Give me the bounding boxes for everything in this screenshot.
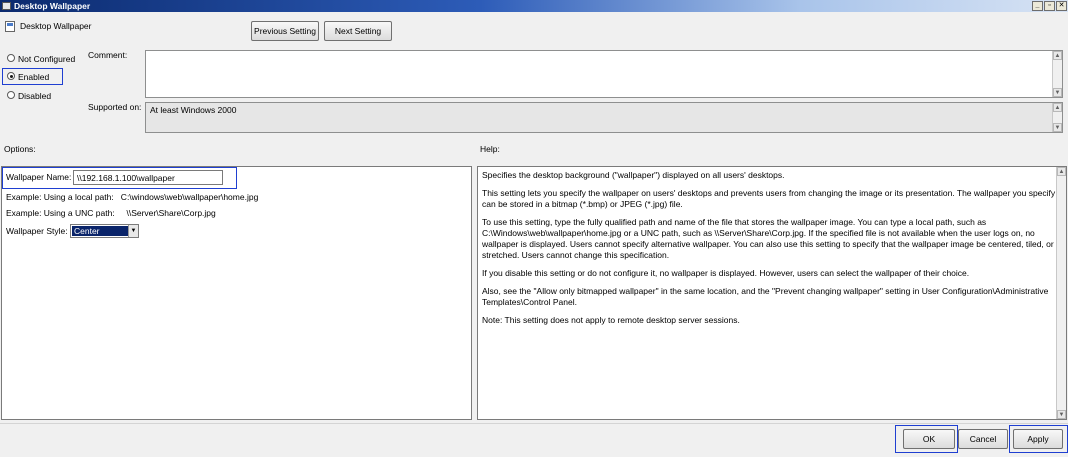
help-paragraph: This setting lets you specify the wallpa… bbox=[482, 188, 1056, 209]
comment-label: Comment: bbox=[88, 50, 128, 60]
previous-setting-button[interactable]: Previous Setting bbox=[251, 21, 319, 41]
window-icon bbox=[2, 2, 11, 10]
help-scrollbar[interactable]: ▲ ▼ bbox=[1056, 167, 1066, 419]
wallpaper-style-select[interactable]: Center ▼ bbox=[70, 224, 139, 238]
supported-label: Supported on: bbox=[88, 102, 142, 112]
comment-scrollbar[interactable]: ▲ ▼ bbox=[1052, 51, 1062, 97]
options-label: Options: bbox=[4, 144, 36, 154]
policy-title: Desktop Wallpaper bbox=[20, 21, 92, 31]
wallpaper-name-label: Wallpaper Name: bbox=[6, 172, 72, 182]
apply-button[interactable]: Apply bbox=[1013, 429, 1063, 449]
ok-button[interactable]: OK bbox=[903, 429, 955, 449]
radio-circle-icon[interactable] bbox=[7, 54, 15, 62]
supported-value: At least Windows 2000 bbox=[150, 105, 237, 115]
scroll-down-icon[interactable]: ▼ bbox=[1053, 88, 1062, 97]
supported-field: At least Windows 2000 ▲ ▼ bbox=[145, 102, 1063, 133]
supported-scrollbar[interactable]: ▲ ▼ bbox=[1052, 103, 1062, 132]
wallpaper-style-value: Center bbox=[72, 226, 128, 236]
chevron-down-icon[interactable]: ▼ bbox=[128, 225, 138, 237]
wallpaper-name-input[interactable] bbox=[73, 170, 223, 185]
scroll-up-icon[interactable]: ▲ bbox=[1053, 103, 1062, 112]
minimize-icon[interactable]: _ bbox=[1032, 1, 1043, 11]
example-local-path: Example: Using a local path: C:\windows\… bbox=[6, 192, 259, 202]
help-paragraph: Note: This setting does not apply to rem… bbox=[482, 315, 740, 325]
restore-icon[interactable]: ▫ bbox=[1044, 1, 1055, 11]
scroll-down-icon[interactable]: ▼ bbox=[1053, 123, 1062, 132]
scroll-up-icon[interactable]: ▲ bbox=[1057, 167, 1066, 176]
help-paragraph: If you disable this setting or do not co… bbox=[482, 268, 970, 278]
help-paragraph: Also, see the "Allow only bitmapped wall… bbox=[482, 286, 1049, 307]
scroll-up-icon[interactable]: ▲ bbox=[1053, 51, 1062, 60]
help-paragraph: To use this setting, type the fully qual… bbox=[482, 217, 1054, 260]
footer-divider bbox=[0, 423, 1068, 424]
help-panel: Specifies the desktop background ("wallp… bbox=[477, 166, 1067, 420]
scroll-down-icon[interactable]: ▼ bbox=[1057, 410, 1066, 419]
window-title: Desktop Wallpaper bbox=[14, 1, 91, 11]
radio-circle-icon[interactable] bbox=[7, 91, 15, 99]
example-unc-path: Example: Using a UNC path: \\Server\Shar… bbox=[6, 208, 216, 218]
options-panel bbox=[1, 166, 472, 420]
help-label: Help: bbox=[480, 144, 500, 154]
close-icon[interactable]: ✕ bbox=[1056, 1, 1067, 11]
cancel-button[interactable]: Cancel bbox=[958, 429, 1008, 449]
policy-icon bbox=[5, 21, 15, 32]
comment-textarea[interactable]: ▲ ▼ bbox=[145, 50, 1063, 98]
title-bar: Desktop Wallpaper _ ▫ ✕ bbox=[0, 0, 1068, 12]
wallpaper-style-label: Wallpaper Style: bbox=[6, 226, 68, 236]
help-paragraph: Specifies the desktop background ("wallp… bbox=[482, 170, 785, 180]
next-setting-button[interactable]: Next Setting bbox=[324, 21, 392, 41]
help-text: Specifies the desktop background ("wallp… bbox=[482, 170, 1058, 333]
enabled-highlight bbox=[2, 68, 63, 85]
radio-label: Disabled bbox=[18, 91, 52, 101]
radio-label: Not Configured bbox=[18, 54, 76, 64]
